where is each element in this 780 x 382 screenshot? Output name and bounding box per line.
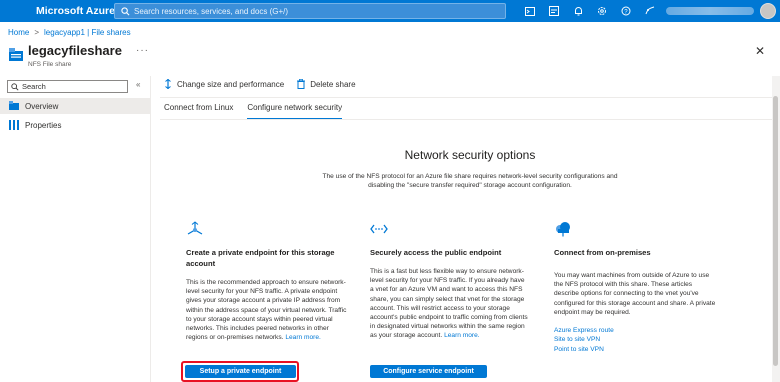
sidebar-item-label: Overview bbox=[25, 101, 59, 111]
directory-filter-icon[interactable] bbox=[542, 3, 566, 19]
sidebar-item-overview[interactable]: Overview bbox=[0, 98, 150, 114]
private-endpoint-card: Create a private endpoint for this stora… bbox=[186, 221, 348, 342]
tab-connect-from-linux[interactable]: Connect from Linux bbox=[164, 103, 233, 120]
sidebar-item-label: Properties bbox=[25, 120, 62, 130]
page-title: legacyfileshare bbox=[28, 43, 122, 58]
card-body-text: This is a fast but less flexible way to … bbox=[370, 268, 528, 340]
collapse-sidebar-button[interactable]: « bbox=[136, 80, 140, 89]
brand-link[interactable]: Microsoft Azure bbox=[0, 5, 115, 17]
properties-icon bbox=[9, 120, 19, 130]
global-search-input[interactable]: Search resources, services, and docs (G+… bbox=[114, 3, 506, 19]
service-endpoint-icon bbox=[370, 224, 388, 234]
more-options-button[interactable]: ··· bbox=[136, 45, 149, 56]
search-icon bbox=[118, 4, 132, 18]
configure-service-endpoint-button[interactable]: Configure service endpoint bbox=[370, 365, 487, 378]
settings-icon[interactable] bbox=[590, 3, 614, 19]
page-subtitle: NFS File share bbox=[28, 61, 72, 68]
sidebar-item-properties[interactable]: Properties bbox=[0, 117, 150, 133]
breadcrumb-home[interactable]: Home bbox=[8, 28, 29, 37]
point-to-site-vpn-link[interactable]: Point to site VPN bbox=[554, 345, 716, 354]
section-description: The use of the NFS protocol for an Azure… bbox=[322, 173, 618, 189]
file-share-icon bbox=[9, 48, 23, 61]
highlight-box bbox=[181, 361, 299, 382]
cloud-shell-icon[interactable] bbox=[518, 3, 542, 19]
breadcrumb-parent[interactable]: legacyapp1 | File shares bbox=[44, 28, 131, 37]
section-title: Network security options bbox=[404, 148, 536, 162]
change-size-button[interactable]: Change size and performance bbox=[164, 79, 284, 89]
delete-share-label: Delete share bbox=[310, 79, 356, 89]
resize-icon bbox=[165, 79, 171, 89]
card-body: You may want machines from outside of Az… bbox=[554, 272, 716, 316]
card-body: This is a fast but less flexible way to … bbox=[370, 267, 528, 341]
command-bar: Change size and performance Delete share bbox=[164, 79, 356, 89]
avatar[interactable] bbox=[760, 3, 776, 19]
tabs-divider bbox=[160, 119, 780, 120]
learn-more-link[interactable]: Learn more. bbox=[444, 332, 480, 339]
learn-more-link[interactable]: Learn more. bbox=[285, 334, 321, 341]
private-endpoint-icon bbox=[187, 221, 203, 235]
public-endpoint-card: Securely access the public endpoint This… bbox=[370, 221, 528, 341]
card-title: Create a private endpoint for this stora… bbox=[186, 248, 335, 268]
on-premises-card: Connect from on-premises You may want ma… bbox=[554, 221, 716, 354]
global-search-placeholder: Search resources, services, and docs (G+… bbox=[134, 6, 289, 16]
change-size-label: Change size and performance bbox=[177, 79, 285, 89]
card-body-text: This is the recommended approach to ensu… bbox=[186, 279, 347, 342]
site-to-site-vpn-link[interactable]: Site to site VPN bbox=[554, 335, 716, 344]
scrollbar-thumb[interactable] bbox=[773, 96, 778, 366]
close-icon[interactable]: ✕ bbox=[755, 44, 765, 58]
tab-strip: Connect from Linux Configure network sec… bbox=[164, 103, 343, 120]
trash-icon bbox=[297, 79, 306, 89]
card-title: Securely access the public endpoint bbox=[370, 248, 502, 257]
account-name-redacted[interactable] bbox=[666, 7, 754, 15]
overview-icon bbox=[9, 101, 19, 110]
toolbar-divider bbox=[160, 97, 780, 98]
notifications-icon[interactable] bbox=[566, 3, 590, 19]
search-icon bbox=[11, 82, 19, 91]
card-body: This is the recommended approach to ensu… bbox=[186, 278, 348, 342]
breadcrumb-separator: > bbox=[34, 28, 40, 37]
help-icon[interactable]: ? bbox=[614, 3, 638, 19]
sidebar-search-input[interactable]: Search bbox=[7, 80, 128, 93]
breadcrumb: Home > legacyapp1 | File shares bbox=[8, 28, 131, 37]
feedback-icon[interactable] bbox=[638, 3, 662, 19]
delete-share-button[interactable]: Delete share bbox=[297, 79, 356, 89]
sidebar-search-placeholder: Search bbox=[22, 82, 46, 91]
azure-express-route-link[interactable]: Azure Express route bbox=[554, 326, 716, 335]
sidebar-divider bbox=[150, 76, 151, 382]
card-title: Connect from on-premises bbox=[554, 248, 651, 257]
cloud-icon bbox=[556, 222, 570, 237]
tab-configure-network-security[interactable]: Configure network security bbox=[247, 103, 343, 120]
top-bar-icons: ? bbox=[518, 3, 662, 19]
link-list: Azure Express route Site to site VPN Poi… bbox=[554, 326, 716, 354]
